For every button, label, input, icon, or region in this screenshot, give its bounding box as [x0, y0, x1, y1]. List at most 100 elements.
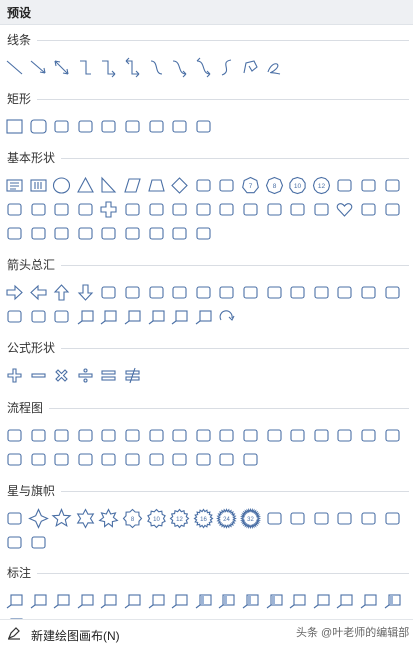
decision-icon[interactable]: [51, 425, 72, 446]
document-icon[interactable]: [146, 425, 167, 446]
curved-ribbon-down-icon[interactable]: [334, 508, 355, 529]
star-10-icon[interactable]: 10: [146, 508, 167, 529]
freeform-icon[interactable]: [240, 57, 261, 78]
arc-icon[interactable]: [51, 223, 72, 244]
curved-left-arrow-icon[interactable]: [311, 282, 332, 303]
bevel-icon[interactable]: [193, 199, 214, 220]
double-bracket-icon[interactable]: [75, 223, 96, 244]
terminator-icon[interactable]: [193, 425, 214, 446]
quad-arrow-icon[interactable]: [146, 282, 167, 303]
quad-arrow-callout-icon[interactable]: [193, 306, 214, 327]
pentagon-arrow-icon[interactable]: [28, 306, 49, 327]
snip-single-corner-rectangle-icon[interactable]: [51, 116, 72, 137]
stored-data-icon[interactable]: [122, 449, 143, 470]
curved-arrow-connector-icon[interactable]: [169, 57, 190, 78]
rectangular-callout-icon[interactable]: [4, 590, 25, 611]
left-brace-icon[interactable]: [169, 223, 190, 244]
star-12-icon[interactable]: 12: [169, 508, 190, 529]
data-icon[interactable]: [75, 425, 96, 446]
bent-arrow-icon[interactable]: [193, 282, 214, 303]
summing-junction-icon[interactable]: [382, 425, 403, 446]
octagon-icon[interactable]: 8: [264, 175, 285, 196]
left-bracket-icon[interactable]: [122, 223, 143, 244]
left-right-arrow-icon[interactable]: [98, 282, 119, 303]
donut-icon[interactable]: [216, 199, 237, 220]
curved-down-arrow-icon[interactable]: [358, 282, 379, 303]
diamond-icon[interactable]: [169, 175, 190, 196]
multiply-icon[interactable]: [51, 365, 72, 386]
notched-right-arrow-icon[interactable]: [4, 306, 25, 327]
line-callout-1-border-accent-icon[interactable]: [382, 590, 403, 611]
right-brace-icon[interactable]: [193, 223, 214, 244]
cross-icon[interactable]: [98, 199, 119, 220]
plus-icon[interactable]: [4, 365, 25, 386]
decagon-icon[interactable]: 10: [287, 175, 308, 196]
round-single-corner-rectangle-icon[interactable]: [146, 116, 167, 137]
wave-icon[interactable]: [4, 532, 25, 553]
magnetic-disk-icon[interactable]: [193, 449, 214, 470]
line-callout-2-accent-icon[interactable]: [216, 590, 237, 611]
folded-corner-icon[interactable]: [287, 199, 308, 220]
moon-icon[interactable]: [4, 223, 25, 244]
star-8-icon[interactable]: 8: [122, 508, 143, 529]
star-24-icon[interactable]: 24: [216, 508, 238, 529]
u-turn-arrow-icon[interactable]: [216, 282, 237, 303]
elbow-double-arrow-connector-icon[interactable]: [122, 57, 143, 78]
connector-icon[interactable]: [287, 425, 308, 446]
oval-icon[interactable]: [51, 175, 72, 196]
diagonal-stripe-icon[interactable]: [75, 199, 96, 220]
punched-tape-icon[interactable]: [358, 425, 379, 446]
merge-icon[interactable]: [98, 449, 119, 470]
heart-icon[interactable]: [334, 199, 355, 220]
l-shape-icon[interactable]: [51, 199, 72, 220]
vertical-text-box-icon[interactable]: [28, 175, 49, 196]
left-arrow-callout-icon[interactable]: [98, 306, 119, 327]
ribbon-down-icon[interactable]: [287, 508, 308, 529]
right-triangle-icon[interactable]: [98, 175, 119, 196]
bent-up-arrow-icon[interactable]: [264, 282, 285, 303]
minus-icon[interactable]: [28, 365, 49, 386]
right-bracket-icon[interactable]: [146, 223, 167, 244]
chevron-icon[interactable]: [51, 306, 72, 327]
curve-icon[interactable]: [216, 57, 237, 78]
equal-icon[interactable]: [98, 365, 119, 386]
up-down-arrow-icon[interactable]: [122, 282, 143, 303]
predefined-process-icon[interactable]: [98, 425, 119, 446]
rounded-rectangular-callout-icon[interactable]: [28, 590, 49, 611]
scribble-icon[interactable]: [264, 57, 285, 78]
rounded-rectangle-icon[interactable]: [28, 116, 49, 137]
right-arrow-icon[interactable]: [4, 282, 25, 303]
pie-icon[interactable]: [334, 175, 355, 196]
explosion-1-icon[interactable]: [4, 508, 25, 529]
vertical-scroll-icon[interactable]: [358, 508, 379, 529]
direct-access-storage-icon[interactable]: [216, 449, 237, 470]
line-icon[interactable]: [4, 57, 25, 78]
left-arrow-icon[interactable]: [28, 282, 49, 303]
frame-icon[interactable]: [4, 199, 25, 220]
division-icon[interactable]: [75, 365, 96, 386]
star-4-icon[interactable]: [27, 508, 49, 529]
elbow-connector-icon[interactable]: [75, 57, 96, 78]
curved-double-arrow-connector-icon[interactable]: [193, 57, 214, 78]
line-callout-2-no-border-icon[interactable]: [311, 590, 332, 611]
double-brace-icon[interactable]: [98, 223, 119, 244]
line-callout-4-accent-icon[interactable]: [264, 590, 285, 611]
up-arrow-icon[interactable]: [51, 282, 72, 303]
sequential-access-storage-icon[interactable]: [169, 449, 190, 470]
block-arc-icon[interactable]: [264, 199, 285, 220]
off-page-connector-icon[interactable]: [311, 425, 332, 446]
cloud-icon[interactable]: [28, 223, 49, 244]
star-5-icon[interactable]: [51, 508, 72, 529]
snip-and-round-single-corner-rectangle-icon[interactable]: [122, 116, 143, 137]
double-wave-icon[interactable]: [28, 532, 49, 553]
preparation-icon[interactable]: [216, 425, 237, 446]
line-callout-4-no-border-icon[interactable]: [358, 590, 379, 611]
can-icon[interactable]: [146, 199, 167, 220]
curved-ribbon-up-icon[interactable]: [311, 508, 332, 529]
trapezoid-icon[interactable]: [146, 175, 167, 196]
process-icon[interactable]: [4, 425, 25, 446]
line-callout-1-icon[interactable]: [98, 590, 119, 611]
heptagon-icon[interactable]: 7: [240, 175, 261, 196]
star-7-icon[interactable]: [98, 508, 119, 529]
striped-right-arrow-icon[interactable]: [382, 282, 403, 303]
